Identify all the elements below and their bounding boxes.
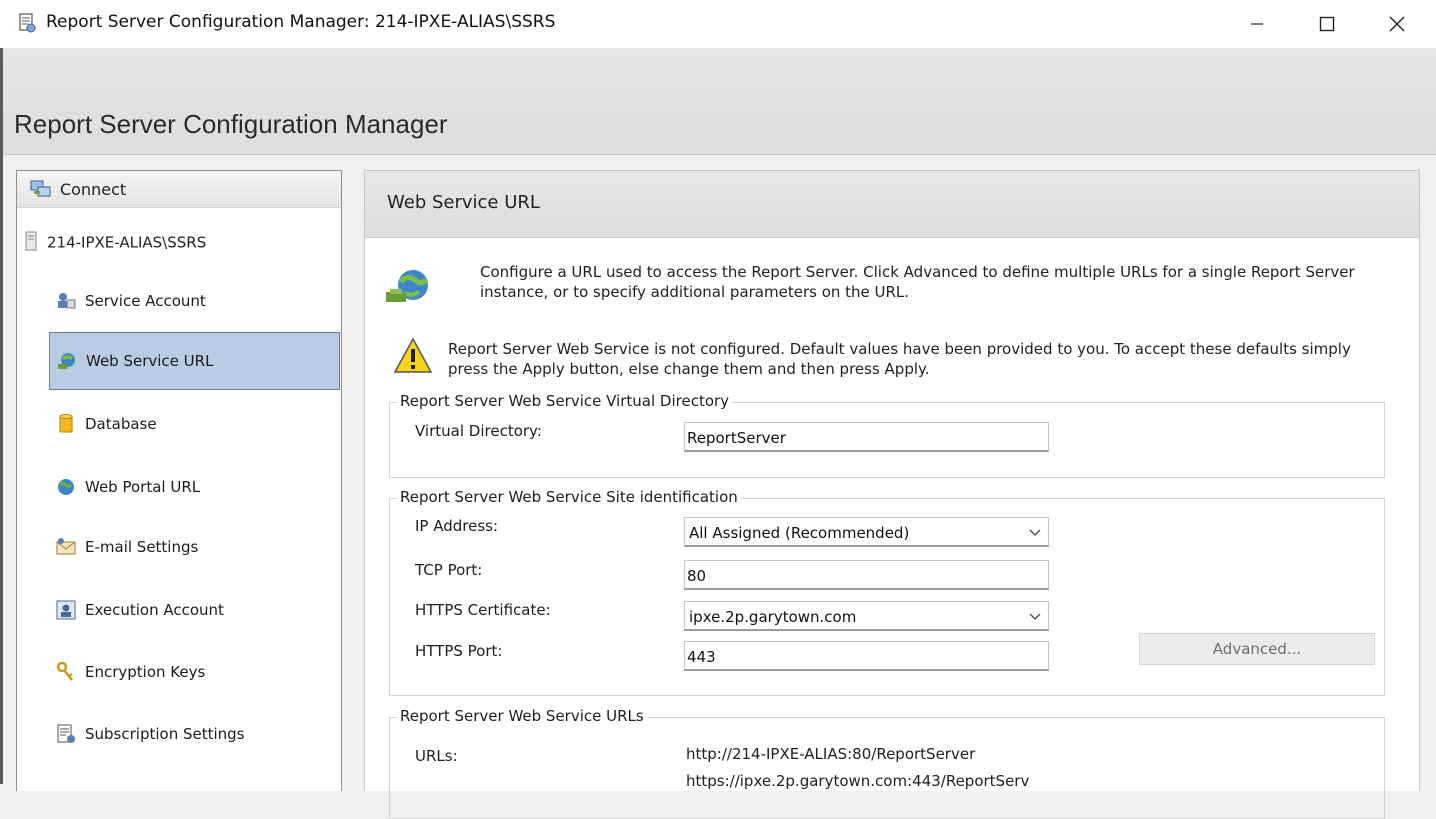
https-certificate-label: HTTPS Certificate: [415,601,551,619]
nav-item-email-settings[interactable]: E-mail Settings [49,518,339,576]
close-button[interactable] [1362,0,1432,48]
database-icon [55,413,77,435]
nav-item-subscription-settings[interactable]: Subscription Settings [49,705,339,763]
connect-label: Connect [60,180,127,199]
nav-item-web-service-url[interactable]: Web Service URL [49,332,340,390]
app-header: Report Server Configuration Manager [3,48,1436,155]
url-link-http[interactable]: http://214-IPXE-ALIAS:80/ReportServer [686,745,975,763]
pane-title: Web Service URL [387,192,540,213]
chevron-down-icon [1029,613,1041,620]
tcp-port-label: TCP Port: [415,561,483,579]
execution-account-icon [55,599,77,621]
app-header-title: Report Server Configuration Manager [14,109,448,139]
https-certificate-value: ipxe.2p.garytown.com [689,608,857,626]
ip-address-label: IP Address: [415,517,499,535]
maximize-icon [1319,16,1335,32]
subscription-icon [55,723,77,745]
nav-item-label: E-mail Settings [85,538,199,556]
connect-button[interactable]: Connect [17,171,341,208]
window-edge [0,48,3,784]
tcp-port-input[interactable]: 80 [684,560,1049,590]
globe-icon [55,476,77,498]
server-node[interactable]: 214-IPXE-ALIAS\SSRS [25,231,206,255]
virtual-directory-label: Virtual Directory: [415,422,542,440]
app-icon [16,12,38,34]
warning-text: Report Server Web Service is not configu… [448,340,1351,378]
advanced-button[interactable]: Advanced... [1139,633,1375,665]
navigation-panel: Connect 214-IPXE-ALIAS\SSRS Service Acco… [16,170,342,791]
description-text: Configure a URL used to access the Repor… [480,263,1355,301]
virtual-directory-input[interactable]: ReportServer [684,422,1049,452]
nav-item-encryption-keys[interactable]: Encryption Keys [49,643,339,701]
web-service-url-icon [56,350,78,372]
nav-item-label: Subscription Settings [85,725,245,743]
email-icon [55,536,77,558]
virtual-directory-group-title: Report Server Web Service Virtual Direct… [397,392,733,410]
urls-group-title: Report Server Web Service URLs [397,707,647,725]
warning-icon [393,337,433,379]
nav-item-web-portal-url[interactable]: Web Portal URL [49,458,339,516]
nav-item-execution-account[interactable]: Execution Account [49,581,339,639]
nav-item-label: Web Service URL [86,352,214,370]
service-account-icon [55,290,77,312]
nav-item-label: Database [85,415,157,433]
window-title: Report Server Configuration Manager: 214… [46,12,556,32]
https-port-label: HTTPS Port: [415,642,503,660]
nav-item-label: Encryption Keys [85,663,206,681]
nav-item-label: Web Portal URL [85,478,201,496]
minimize-icon [1251,23,1263,25]
nav-item-database[interactable]: Database [49,395,339,453]
maximize-button[interactable] [1292,0,1362,48]
minimize-button[interactable] [1222,0,1292,48]
urls-label: URLs: [415,747,458,765]
close-icon [1389,16,1405,32]
title-bar: Report Server Configuration Manager: 214… [0,0,1436,48]
connect-icon [29,178,53,204]
keys-icon [55,661,77,683]
ip-address-value: All Assigned (Recommended) [689,524,910,542]
chevron-down-icon [1029,529,1041,536]
ip-address-select[interactable]: All Assigned (Recommended) [684,517,1049,547]
pane-header: Web Service URL [365,171,1419,238]
nav-item-label: Service Account [85,292,206,310]
nav-item-service-account[interactable]: Service Account [49,272,339,330]
site-identification-group-title: Report Server Web Service Site identific… [397,488,741,506]
content-pane: Web Service URL Configure a URL used to … [364,170,1420,819]
web-service-globe-icon [385,265,431,311]
urls-group [389,717,1385,819]
nav-item-label: Execution Account [85,601,224,619]
https-port-input[interactable]: 443 [684,641,1049,671]
server-name: 214-IPXE-ALIAS\SSRS [47,233,207,252]
https-certificate-select[interactable]: ipxe.2p.garytown.com [684,601,1049,631]
server-icon [25,231,37,255]
url-link-https[interactable]: https://ipxe.2p.garytown.com:443/ReportS… [686,772,1029,790]
